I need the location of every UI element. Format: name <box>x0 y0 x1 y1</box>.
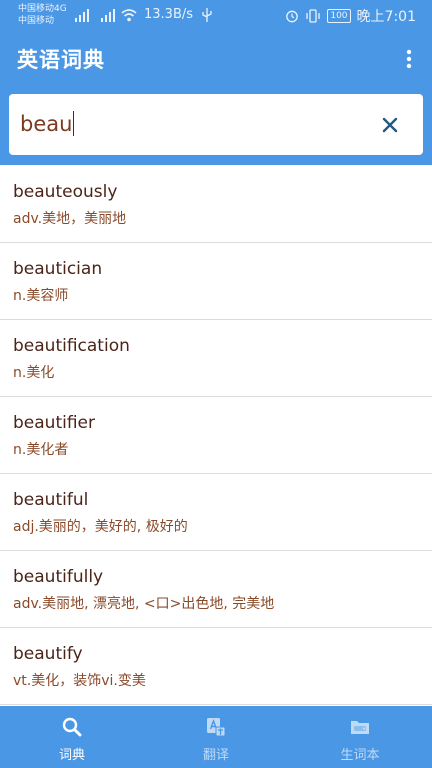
word-list: beauteously adv.美地，美丽地 beautician n.美容师 … <box>0 166 432 706</box>
search-box[interactable]: beau <box>9 94 423 155</box>
word-definition: adv.美地，美丽地 <box>13 211 127 227</box>
word-item[interactable]: beautifier n.美化者 <box>0 397 432 474</box>
word-term: beautify <box>13 644 83 664</box>
word-term: beautiful <box>13 490 89 510</box>
word-term: beautician <box>13 259 103 279</box>
signal-icon <box>75 9 89 22</box>
search-icon <box>62 717 82 737</box>
word-definition: adv.美丽地, 漂亮地, <口>出色地, 完美地 <box>13 596 275 612</box>
word-item[interactable]: beauteously adv.美地，美丽地 <box>0 166 432 243</box>
word-term: beautification <box>13 336 130 356</box>
word-term: beautifier <box>13 413 95 433</box>
nav-vocabulary[interactable]: 生词本 <box>288 706 432 768</box>
word-item[interactable]: beautification n.美化 <box>0 320 432 397</box>
text-caret <box>73 111 75 136</box>
word-definition: n.美化者 <box>13 442 69 458</box>
more-menu-icon[interactable] <box>402 49 416 69</box>
bottom-navigation: 词典 翻译 生词本 <box>0 706 432 768</box>
signal-icon-2 <box>101 9 115 22</box>
word-definition: adj.美丽的，美好的, 极好的 <box>13 519 188 535</box>
carrier-info: 中国移动4G 中国移动 <box>18 3 67 27</box>
app-header: 中国移动4G 中国移动 13.3B/s 100 晚上7:01 英语词典 beau <box>0 0 432 165</box>
word-item[interactable]: beautify vt.美化，装饰vi.变美 <box>0 628 432 705</box>
app-title: 英语词典 <box>17 48 105 72</box>
vibrate-icon <box>306 9 321 23</box>
word-definition: n.美化 <box>13 365 55 381</box>
word-definition: vt.美化，装饰vi.变美 <box>13 673 146 689</box>
word-term: beauteously <box>13 182 118 202</box>
word-item[interactable]: beautiful adj.美丽的，美好的, 极好的 <box>0 474 432 551</box>
nav-dictionary-label: 词典 <box>58 748 85 763</box>
folder-icon <box>351 721 369 734</box>
translate-icon <box>207 718 226 737</box>
search-input-value: beau <box>20 111 73 136</box>
nav-vocabulary-label: 生词本 <box>340 748 380 763</box>
carrier-line-1: 中国移动4G <box>18 4 67 14</box>
word-term: beautifully <box>13 567 104 587</box>
word-definition: n.美容师 <box>13 288 69 304</box>
word-item[interactable]: beautician n.美容师 <box>0 243 432 320</box>
search-input[interactable]: beau <box>20 111 75 136</box>
network-speed: 13.3B/s <box>144 7 194 22</box>
status-bar: 中国移动4G 中国移动 13.3B/s 100 晚上7:01 <box>0 0 432 32</box>
carrier-line-2: 中国移动 <box>18 16 55 26</box>
clear-search-icon[interactable] <box>379 114 401 136</box>
clock: 晚上7:01 <box>356 9 416 25</box>
battery-icon: 100 <box>327 9 351 23</box>
usb-icon <box>202 8 212 22</box>
nav-dictionary[interactable]: 词典 <box>0 706 144 768</box>
nav-translate[interactable]: 翻译 <box>144 706 288 768</box>
status-right: 100 晚上7:01 <box>285 6 416 26</box>
wifi-icon <box>121 9 137 22</box>
alarm-icon <box>286 10 299 23</box>
nav-translate-label: 翻译 <box>202 748 229 763</box>
word-item[interactable]: beautifully adv.美丽地, 漂亮地, <口>出色地, 完美地 <box>0 551 432 628</box>
